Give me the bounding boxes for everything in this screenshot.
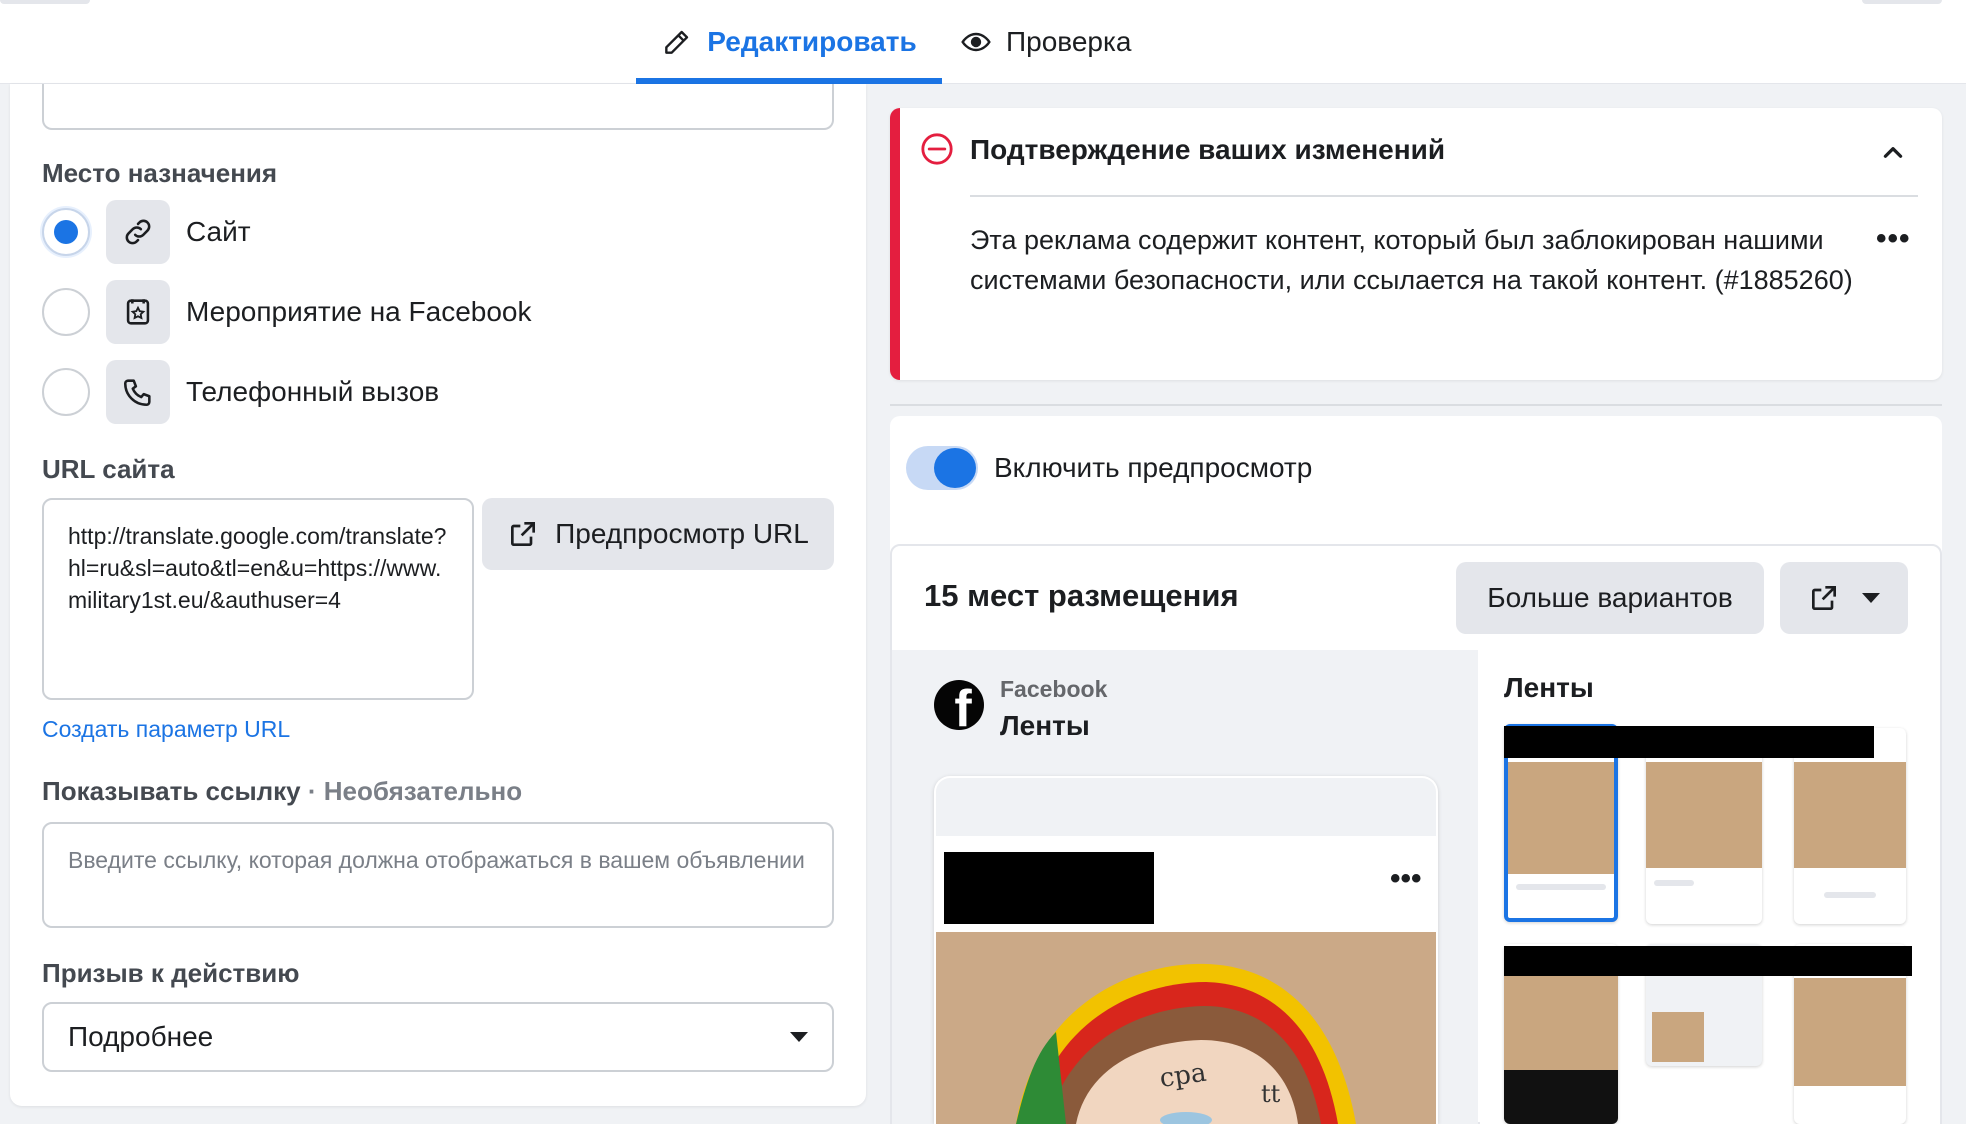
portrait-illustration: cpa tt <box>1016 963 1356 1124</box>
radio-phone[interactable] <box>42 368 90 416</box>
destination-label: Место назначения <box>42 158 278 188</box>
thumbnail-image <box>1504 974 1618 1070</box>
destination-option-event[interactable]: Мероприятие на Facebook <box>42 276 532 348</box>
caret-down-icon <box>790 1032 808 1042</box>
thumbnail-image <box>1794 978 1906 1086</box>
redacted-header <box>1504 946 1912 976</box>
preview-toggle-knob <box>934 448 976 488</box>
website-url-field[interactable]: http://translate.google.com/translate?hl… <box>42 498 474 700</box>
optional-label: · Необязательно <box>300 776 523 806</box>
redacted-page-name <box>944 852 1154 924</box>
display-link-input[interactable]: Введите ссылку, которая должна отображат… <box>42 822 834 928</box>
create-url-parameter-link[interactable]: Создать параметр URL <box>42 716 290 743</box>
preview-url-label: Предпросмотр URL <box>555 518 809 549</box>
thumbnail-bar <box>1654 880 1694 886</box>
thumbnail-image <box>1794 762 1906 868</box>
display-link-label: Показывать ссылку · Необязательно <box>42 776 522 807</box>
section-divider <box>890 404 1942 406</box>
network-name: Facebook <box>1000 676 1108 702</box>
phone-icon <box>106 360 170 424</box>
thumbnail-image <box>1646 762 1762 868</box>
share-preview-button[interactable] <box>1780 562 1908 634</box>
destination-option-phone[interactable]: Телефонный вызов <box>42 356 439 428</box>
facebook-logo-icon: f <box>934 680 984 730</box>
post-more-button[interactable]: ••• <box>1390 862 1422 896</box>
caret-down-icon <box>1862 593 1880 603</box>
thumbnail-bar <box>1516 884 1606 890</box>
link-icon <box>106 200 170 264</box>
thumbnail-dark-footer <box>1504 1070 1618 1124</box>
more-variants-button[interactable]: Больше вариантов <box>1456 562 1764 634</box>
thumbnail-image <box>1652 1012 1704 1062</box>
pencil-icon <box>665 30 689 54</box>
alert-title: Подтверждение ваших изменений <box>970 134 1446 165</box>
preview-url-button[interactable]: Предпросмотр URL <box>482 498 834 570</box>
display-link-label-text: Показывать ссылку <box>42 776 301 806</box>
top-right-fragment <box>1862 0 1942 4</box>
destination-option-label: Телефонный вызов <box>186 376 440 407</box>
top-left-fragment <box>0 0 90 4</box>
external-link-icon <box>511 522 536 546</box>
call-to-action-label: Призыв к действию <box>42 958 300 988</box>
call-to-action-select[interactable]: Подробнее <box>42 1002 834 1072</box>
post-image: cpa tt <box>936 932 1436 1124</box>
alert-more-button[interactable]: ••• <box>1876 222 1911 256</box>
placements-title: 15 мест размещения <box>924 578 1239 613</box>
phone-status-bar <box>936 778 1436 836</box>
destination-option-label: Мероприятие на Facebook <box>186 296 532 327</box>
destination-option-label: Сайт <box>186 216 251 247</box>
chevron-up-icon[interactable] <box>1880 140 1906 166</box>
call-to-action-value: Подробнее <box>68 1021 214 1052</box>
placement-name: Ленты <box>1000 710 1090 741</box>
tab-review-label: Проверка <box>1006 26 1132 57</box>
tab-review[interactable]: Проверка <box>960 0 1160 84</box>
alert-message: Эта реклама содержит контент, который бы… <box>970 225 1853 295</box>
radio-website[interactable] <box>42 208 90 256</box>
eye-icon <box>961 32 991 52</box>
svg-text:tt: tt <box>1261 1080 1281 1108</box>
redacted-header <box>1504 726 1874 758</box>
preview-toggle-label: Включить предпросмотр <box>994 452 1313 483</box>
destination-option-website[interactable]: Сайт <box>42 196 251 268</box>
event-star-icon <box>106 280 170 344</box>
previous-field[interactable] <box>42 84 834 130</box>
website-url-label: URL сайта <box>42 454 175 484</box>
external-link-icon <box>1812 586 1836 610</box>
tab-edit-label: Редактировать <box>707 26 917 57</box>
thumbnail-image <box>1508 762 1614 874</box>
tab-edit[interactable]: Редактировать <box>636 0 942 84</box>
thumbnail-bar <box>1824 892 1876 898</box>
thumbnails-title: Ленты <box>1504 672 1594 703</box>
alert-divider <box>970 195 1918 197</box>
blocked-icon <box>921 133 953 165</box>
radio-event[interactable] <box>42 288 90 336</box>
